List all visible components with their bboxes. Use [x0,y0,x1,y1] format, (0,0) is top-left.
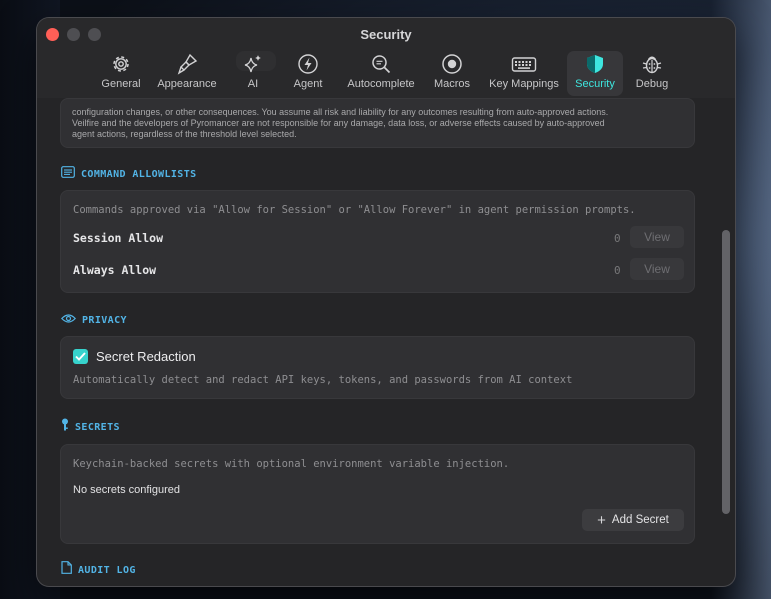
audit-title: AUDIT LOG [78,564,136,576]
tab-label: AI [247,78,259,90]
tab-label: Debug [635,78,669,90]
allowlists-title: COMMAND ALLOWLISTS [81,168,197,180]
tab-general[interactable]: General [99,51,143,96]
audit-header: AUDIT LOG [61,561,136,579]
sparkles-icon [242,51,264,77]
tab-ai[interactable]: AI [237,51,269,96]
session-allow-count: 0 [614,232,621,245]
disclaimer-line: agent actions, regardless of the thresho… [72,129,297,139]
tab-debug[interactable]: Debug [630,51,674,96]
tab-label: Autocomplete [347,78,415,90]
tab-autocomplete[interactable]: Autocomplete [342,51,420,96]
list-icon [61,165,75,183]
settings-toolbar: General Appearance AI Agent Autocomplete [37,51,735,101]
paintbrush-icon [176,51,198,77]
tab-label: Security [575,78,615,90]
session-allow-view-button[interactable]: View [630,226,684,248]
settings-window: configuration changes, or other conseque… [37,18,735,586]
allowlists-card: Commands approved via "Allow for Session… [60,190,695,293]
disclaimer-line: Veilfire and the developers of Pyromance… [72,118,605,128]
secret-redaction-checkbox[interactable] [73,349,88,364]
tab-security[interactable]: Security [567,51,623,96]
tab-key-mappings[interactable]: Key Mappings [485,51,563,96]
document-icon [61,561,72,579]
disclaimer-text: configuration changes, or other conseque… [72,107,687,140]
always-allow-view-button[interactable]: View [630,258,684,280]
checkmark-icon [75,348,86,366]
settings-content: configuration changes, or other conseque… [37,18,735,586]
tab-label: Appearance [157,78,217,90]
always-allow-count: 0 [614,264,621,277]
eye-icon [60,311,77,329]
window-title: Security [360,27,412,42]
tab-label: Macros [433,78,471,90]
no-secrets-text: No secrets configured [73,484,180,496]
secret-redaction-label[interactable]: Secret Redaction [96,349,196,364]
tab-label: Agent [293,78,323,90]
privacy-card: Secret Redaction Automatically detect an… [60,336,695,399]
session-allow-label: Session Allow [73,231,164,245]
key-icon [61,418,69,437]
allowlists-header: COMMAND ALLOWLISTS [61,166,197,182]
bolt-icon [297,51,319,77]
bug-icon [641,51,663,77]
disclaimer-card: configuration changes, or other conseque… [60,98,695,148]
plus-icon: + [597,511,606,529]
tab-appearance[interactable]: Appearance [154,51,220,96]
magnifier-icon [370,51,392,77]
secrets-title: SECRETS [75,421,120,433]
scrollbar-thumb[interactable] [722,230,730,514]
secrets-header: SECRETS [61,418,120,437]
tab-agent[interactable]: Agent [288,51,328,96]
add-secret-button[interactable]: + Add Secret [582,509,684,531]
disclaimer-line: configuration changes, or other conseque… [72,107,609,117]
always-allow-label: Always Allow [73,263,157,277]
shield-icon [584,51,606,77]
secrets-description: Keychain-backed secrets with optional en… [73,458,510,470]
tab-label: Key Mappings [489,78,559,90]
gear-icon [110,51,132,77]
privacy-title: PRIVACY [82,314,127,326]
tab-label: General [101,78,141,90]
record-icon [441,51,463,77]
tab-macros[interactable]: Macros [430,51,474,96]
add-secret-label: Add Secret [611,514,669,526]
allowlists-description: Commands approved via "Allow for Session… [73,204,636,216]
keyboard-icon [511,51,537,77]
secrets-card: Keychain-backed secrets with optional en… [60,444,695,544]
privacy-header: PRIVACY [60,311,127,329]
privacy-description: Automatically detect and redact API keys… [73,374,573,386]
